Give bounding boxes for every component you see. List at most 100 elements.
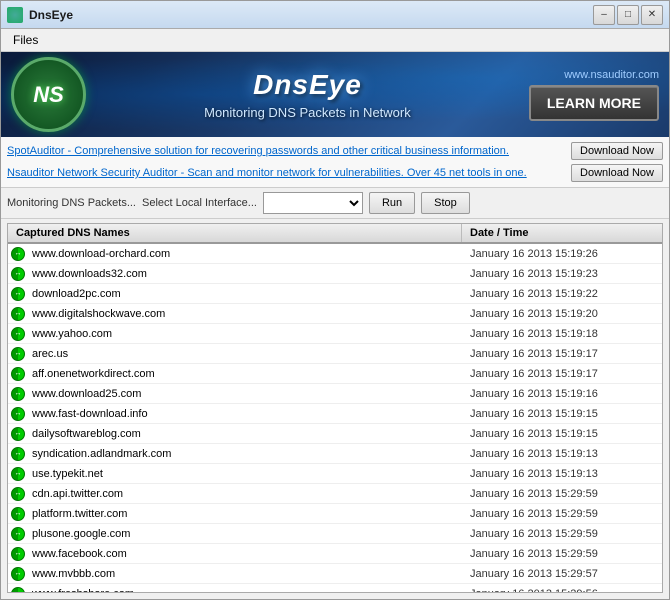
maximize-button[interactable]: □ [617,5,639,25]
stop-button[interactable]: Stop [421,192,470,214]
main-window: DnsEye – □ ✕ Files NS DnsEye Monitoring … [0,0,670,600]
dns-date: January 16 2013 15:19:15 [462,428,662,440]
dns-date: January 16 2013 15:19:26 [462,248,662,260]
dns-table: Captured DNS Names Date / Time www.downl… [7,223,663,593]
table-row[interactable]: download2pc.com January 16 2013 15:19:22 [8,284,662,304]
dns-row-icon [8,444,28,464]
dns-name: use.typekit.net [28,468,462,480]
dns-date: January 16 2013 15:19:17 [462,368,662,380]
table-row[interactable]: www.freshshare.com January 16 2013 15:29… [8,584,662,592]
dns-name: www.freshshare.com [28,588,462,593]
interface-label: Select Local Interface... [142,197,257,209]
table-row[interactable]: cdn.api.twitter.com January 16 2013 15:2… [8,484,662,504]
dns-date: January 16 2013 15:19:20 [462,308,662,320]
dns-name: www.yahoo.com [28,328,462,340]
title-bar: DnsEye – □ ✕ [1,1,669,29]
dns-date: January 16 2013 15:19:13 [462,448,662,460]
title-bar-controls: – □ ✕ [593,5,663,25]
banner-center: DnsEye Monitoring DNS Packets in Network [86,69,529,120]
dns-date: January 16 2013 15:19:23 [462,268,662,280]
dns-icon [11,427,25,441]
table-row[interactable]: use.typekit.net January 16 2013 15:19:13 [8,464,662,484]
table-row[interactable]: arec.us January 16 2013 15:19:17 [8,344,662,364]
dns-icon [11,267,25,281]
dns-date: January 16 2013 15:19:13 [462,468,662,480]
dns-row-icon [8,464,28,484]
col-header-date: Date / Time [462,224,662,242]
dns-icon [11,387,25,401]
dns-icon [11,407,25,421]
dns-name: syndication.adlandmark.com [28,448,462,460]
window-title: DnsEye [29,8,73,22]
run-button[interactable]: Run [369,192,415,214]
table-row[interactable]: www.download-orchard.com January 16 2013… [8,244,662,264]
ad-link-1[interactable]: SpotAuditor - Comprehensive solution for… [7,145,509,157]
dns-date: January 16 2013 15:29:59 [462,528,662,540]
table-row[interactable]: www.downloads32.com January 16 2013 15:1… [8,264,662,284]
table-body: www.download-orchard.com January 16 2013… [8,244,662,592]
dns-row-icon [8,584,28,593]
toolbar: Monitoring DNS Packets... Select Local I… [1,188,669,219]
dns-name: www.digitalshockwave.com [28,308,462,320]
download-button-2[interactable]: Download Now [571,164,663,182]
dns-icon [11,287,25,301]
dns-name: cdn.api.twitter.com [28,488,462,500]
table-row[interactable]: platform.twitter.com January 16 2013 15:… [8,504,662,524]
dns-row-icon [8,544,28,564]
dns-row-icon [8,264,28,284]
banner-right: www.nsauditor.com LEARN MORE [529,69,669,121]
banner-logo: NS [11,57,86,132]
dns-icon [11,547,25,561]
dns-row-icon [8,364,28,384]
dns-row-icon [8,244,28,264]
logo-text: NS [33,82,64,108]
ad-link-2[interactable]: Nsauditor Network Security Auditor - Sca… [7,167,527,179]
close-button[interactable]: ✕ [641,5,663,25]
download-button-1[interactable]: Download Now [571,142,663,160]
dns-name: download2pc.com [28,288,462,300]
dns-name: www.downloads32.com [28,268,462,280]
app-icon [7,7,23,23]
dns-row-icon [8,344,28,364]
dns-icon [11,467,25,481]
interface-dropdown[interactable] [263,192,363,214]
dns-name: arec.us [28,348,462,360]
table-row[interactable]: www.mvbbb.com January 16 2013 15:29:57 [8,564,662,584]
dns-icon [11,327,25,341]
dns-date: January 16 2013 15:29:59 [462,508,662,520]
monitoring-label: Monitoring DNS Packets... [7,197,136,209]
minimize-button[interactable]: – [593,5,615,25]
dns-name: dailysoftwareblog.com [28,428,462,440]
dns-row-icon [8,304,28,324]
banner-title: DnsEye [253,69,362,101]
dns-date: January 16 2013 15:19:16 [462,388,662,400]
dns-row-icon [8,404,28,424]
table-row[interactable]: aff.onenetworkdirect.com January 16 2013… [8,364,662,384]
dns-name: www.download25.com [28,388,462,400]
menu-bar: Files [1,29,669,52]
table-row[interactable]: www.digitalshockwave.com January 16 2013… [8,304,662,324]
dns-name: www.mvbbb.com [28,568,462,580]
dns-icon [11,347,25,361]
dns-row-icon [8,484,28,504]
table-row[interactable]: plusone.google.com January 16 2013 15:29… [8,524,662,544]
files-menu[interactable]: Files [7,31,44,49]
dns-name: plusone.google.com [28,528,462,540]
table-row[interactable]: www.yahoo.com January 16 2013 15:19:18 [8,324,662,344]
dns-row-icon [8,564,28,584]
dns-date: January 16 2013 15:19:17 [462,348,662,360]
learn-more-button[interactable]: LEARN MORE [529,85,659,121]
table-header: Captured DNS Names Date / Time [8,224,662,244]
dns-date: January 16 2013 15:29:57 [462,568,662,580]
dns-date: January 16 2013 15:19:18 [462,328,662,340]
table-row[interactable]: www.facebook.com January 16 2013 15:29:5… [8,544,662,564]
dns-date: January 16 2013 15:29:59 [462,488,662,500]
dns-name: aff.onenetworkdirect.com [28,368,462,380]
dns-date: January 16 2013 15:19:22 [462,288,662,300]
table-row[interactable]: syndication.adlandmark.com January 16 20… [8,444,662,464]
dns-name: www.fast-download.info [28,408,462,420]
table-row[interactable]: dailysoftwareblog.com January 16 2013 15… [8,424,662,444]
table-row[interactable]: www.fast-download.info January 16 2013 1… [8,404,662,424]
table-row[interactable]: www.download25.com January 16 2013 15:19… [8,384,662,404]
ad-rows: SpotAuditor - Comprehensive solution for… [1,137,669,188]
